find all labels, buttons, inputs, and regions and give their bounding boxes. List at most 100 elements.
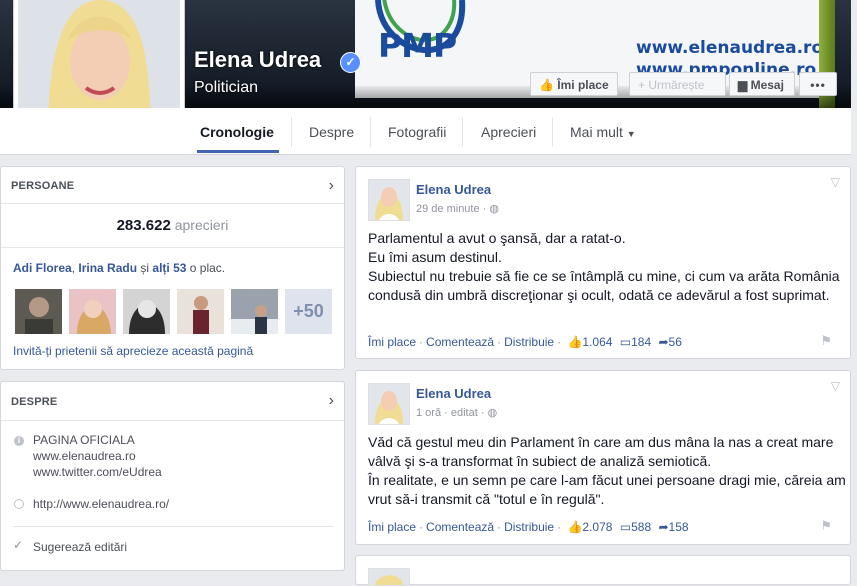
- globe-icon: ◍: [489, 203, 500, 215]
- comment-link[interactable]: Comentează: [426, 335, 494, 349]
- friend-link[interactable]: Adi Florea: [13, 261, 72, 275]
- caret-down-icon: ▼: [626, 129, 636, 139]
- tab-more[interactable]: Mai mult ▼: [570, 124, 636, 140]
- divider: [1, 247, 344, 248]
- likes-count: 283.622 aprecieri: [1, 217, 344, 234]
- post-menu-chevron-icon[interactable]: ▽: [831, 175, 840, 189]
- info-icon: i: [14, 436, 24, 446]
- share-link[interactable]: Distribuie: [504, 335, 554, 349]
- like-page-label: Îmi place: [557, 78, 609, 92]
- portrait-icon: [369, 569, 409, 585]
- portrait-icon: [369, 384, 409, 424]
- post: Elena Udrea 1 oră · editat · ◍ ▽ Văd că …: [355, 370, 851, 545]
- message-button[interactable]: ▆ Mesaj: [729, 72, 795, 96]
- check-icon: ✓: [13, 538, 24, 552]
- likes-count[interactable]: 2.078: [582, 520, 612, 534]
- globe-icon: ◍: [487, 407, 498, 419]
- friends-tail: o plac.: [186, 261, 226, 275]
- post-menu-chevron-icon[interactable]: ▽: [831, 379, 840, 393]
- post: Elena Udrea 29 de minute · ◍ ▽ Parlament…: [355, 166, 851, 359]
- friend-photo[interactable]: [177, 289, 224, 334]
- verified-badge-icon: ✓: [340, 52, 361, 73]
- page-nav: Cronologie Despre Fotografii Aprecieri M…: [0, 108, 851, 155]
- divider: [1, 420, 344, 421]
- post-avatar[interactable]: [368, 383, 410, 425]
- more-friends-button[interactable]: +50: [285, 289, 332, 334]
- plus-icon: +: [638, 78, 646, 92]
- comments-count[interactable]: 588: [631, 520, 651, 534]
- dot: ·: [419, 520, 424, 534]
- shares-count[interactable]: 56: [669, 335, 682, 349]
- friend-avatar-icon: [177, 289, 224, 334]
- share-link[interactable]: Distribuie: [504, 520, 554, 534]
- post-actions: Îmi place · Comentează · Distribuie · 👍2.078 …: [368, 520, 689, 534]
- tab-timeline[interactable]: Cronologie: [200, 124, 274, 140]
- chevron-right-icon[interactable]: ›: [329, 177, 334, 195]
- friend-avatar-icon: [123, 289, 170, 334]
- page-name[interactable]: Elena Udrea: [194, 47, 321, 73]
- people-header[interactable]: PERSOANE: [11, 180, 74, 192]
- like-link[interactable]: Îmi place: [368, 335, 416, 349]
- share-icon: ➦: [658, 520, 669, 534]
- likes-number: 283.622: [116, 217, 171, 234]
- shares-count[interactable]: 158: [669, 520, 689, 534]
- portrait-icon: [369, 180, 409, 220]
- flag-icon[interactable]: ⚑: [820, 333, 832, 349]
- friend-photo[interactable]: [231, 289, 278, 334]
- follow-button[interactable]: + Urmărește: [629, 72, 726, 96]
- official-link-twitter[interactable]: www.twitter.com/eUdrea: [33, 465, 162, 479]
- post: [355, 555, 851, 586]
- others-link[interactable]: alți 53: [152, 261, 186, 275]
- post-text: Văd că gestul meu din Parlament în care …: [368, 434, 846, 507]
- dot: ·: [497, 520, 502, 534]
- website-link[interactable]: http://www.elenaudrea.ro/: [33, 497, 169, 511]
- post-avatar[interactable]: [368, 179, 410, 221]
- official-page-title: PAGINA OFICIALA: [33, 433, 135, 447]
- suggest-edits-link[interactable]: Sugerează editări: [33, 540, 127, 554]
- more-options-button[interactable]: •••: [799, 72, 837, 96]
- tab-divider: [462, 117, 463, 147]
- like-page-button[interactable]: 👍 Îmi place: [530, 72, 618, 96]
- tab-divider: [291, 117, 292, 147]
- tab-likes[interactable]: Aprecieri: [481, 124, 536, 140]
- friend-link[interactable]: Irina Radu: [78, 261, 137, 275]
- official-link-site[interactable]: www.elenaudrea.ro: [33, 449, 136, 463]
- likes-label: aprecieri: [174, 217, 229, 233]
- post-time[interactable]: 1 oră: [416, 407, 441, 419]
- flag-icon[interactable]: ⚑: [820, 518, 832, 534]
- tab-more-label: Mai mult: [570, 124, 623, 140]
- post-time[interactable]: 29 de minute: [416, 203, 480, 215]
- about-card: DESPRE › i PAGINA OFICIALA www.elenaudre…: [0, 381, 345, 571]
- likes-count[interactable]: 1.064: [582, 335, 612, 349]
- message-icon: ▆: [738, 78, 748, 92]
- friend-photo[interactable]: [15, 289, 62, 334]
- comment-link[interactable]: Comentează: [426, 520, 494, 534]
- friend-photo[interactable]: [123, 289, 170, 334]
- friends-and: și: [137, 261, 153, 275]
- post-meta: 29 de minute · ◍: [416, 202, 499, 215]
- pmp-logo-text: PMP: [378, 26, 457, 65]
- friends-like-line: Adi Florea, Irina Radu și alți 53 o plac…: [13, 261, 225, 275]
- share-icon: ➦: [658, 335, 669, 349]
- comments-count[interactable]: 184: [631, 335, 651, 349]
- tab-photos[interactable]: Fotografii: [388, 124, 446, 140]
- post-author[interactable]: Elena Udrea: [416, 182, 491, 197]
- dot: ·: [557, 520, 562, 534]
- chevron-right-icon[interactable]: ›: [329, 392, 334, 410]
- edited-label[interactable]: editat: [451, 407, 478, 419]
- post-author[interactable]: Elena Udrea: [416, 386, 491, 401]
- globe-icon: [14, 499, 24, 509]
- tab-about[interactable]: Despre: [309, 124, 354, 140]
- comment-icon: ▭: [619, 520, 632, 534]
- active-tab-indicator: [197, 150, 279, 153]
- invite-friends-link[interactable]: Invită-ți prietenii să aprecieze această…: [13, 344, 253, 358]
- friend-avatar-icon: [69, 289, 116, 334]
- about-header[interactable]: DESPRE: [11, 396, 57, 408]
- meta-dot: ·: [444, 407, 451, 419]
- dot: ·: [557, 335, 562, 349]
- page-category: Politician: [194, 79, 259, 96]
- friend-photo[interactable]: [69, 289, 116, 334]
- thumbs-up-icon: 👍: [539, 78, 554, 92]
- post-meta: 1 oră · editat · ◍: [416, 406, 497, 419]
- like-link[interactable]: Îmi place: [368, 520, 416, 534]
